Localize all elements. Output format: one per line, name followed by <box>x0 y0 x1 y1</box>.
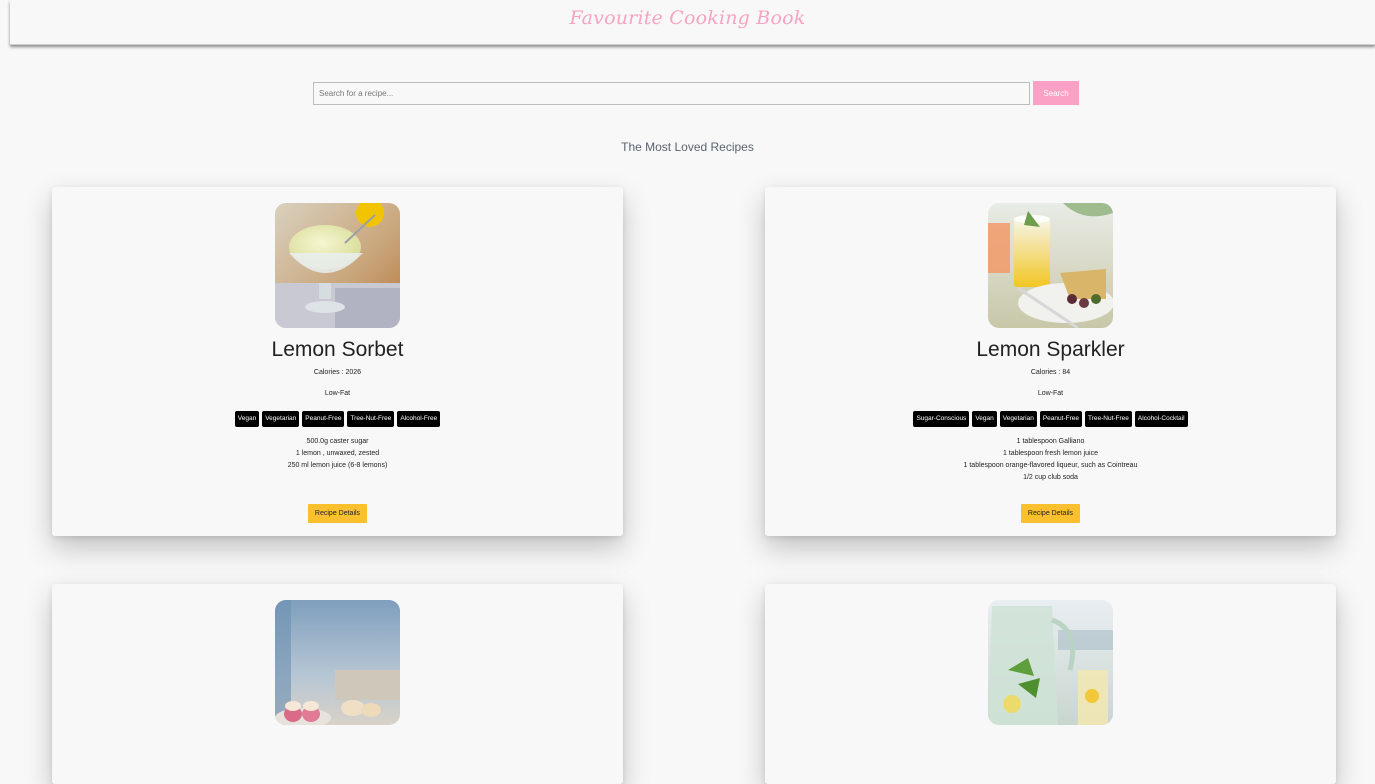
ingredient-item: 1 tablespoon fresh lemon juice <box>1003 450 1098 457</box>
recipe-details-button[interactable]: Recipe Details <box>307 504 368 523</box>
search-bar: Search <box>313 81 1079 105</box>
recipe-image[interactable] <box>275 203 400 328</box>
health-label-tag: Tree-Nut-Free <box>1084 411 1132 427</box>
recipe-card <box>765 584 1336 784</box>
search-button[interactable]: Search <box>1033 81 1079 105</box>
health-label-tag: Alcohol-Free <box>397 411 441 427</box>
recipe-calories: Calories :84 <box>765 369 1336 376</box>
calories-label: Calories : <box>313 369 344 376</box>
recipe-image-cupcakes <box>275 600 400 725</box>
recipe-image[interactable] <box>275 600 400 725</box>
health-label-tag: Peanut-Free <box>302 411 345 427</box>
ingredient-item: 1 tablespoon orange-flavored liqueur, su… <box>963 462 1138 469</box>
recipe-image[interactable] <box>988 600 1113 725</box>
health-label-tag: Alcohol-Cocktail <box>1134 411 1188 427</box>
top-header: Favourite Cooking Book <box>10 0 1375 45</box>
ingredient-item: 1 lemon , unwaxed, zested <box>295 450 380 457</box>
recipe-diet-label: Low-Fat <box>324 390 351 397</box>
health-label-tag: Peanut-Free <box>1039 411 1082 427</box>
recipe-title: Lemon Sparkler <box>976 338 1125 361</box>
calories-label: Calories : <box>1030 369 1061 376</box>
calories-value: 84 <box>1062 369 1071 376</box>
recipe-card: Lemon Sorbet Calories :2026 Low-Fat Vega… <box>52 187 623 536</box>
ingredient-item: 1 tablespoon Galliano <box>1016 438 1085 445</box>
health-labels: Vegan Vegetarian Peanut-Free Tree-Nut-Fr… <box>52 411 623 427</box>
health-label-tag: Tree-Nut-Free <box>347 411 395 427</box>
recipe-diet-label: Low-Fat <box>1037 390 1064 397</box>
recipe-title: Lemon Sorbet <box>271 338 404 361</box>
recipe-image-sparkler <box>988 203 1113 328</box>
calories-value: 2026 <box>345 369 362 376</box>
section-heading: The Most Loved Recipes <box>621 140 754 154</box>
recipe-card <box>52 584 623 784</box>
ingredient-item: 250 ml lemon juice (6-8 lemons) <box>287 462 388 469</box>
health-label-tag: Vegan <box>234 411 260 427</box>
search-input[interactable] <box>313 81 1030 105</box>
ingredient-item: 500.0g caster sugar <box>306 438 369 445</box>
health-label-tag: Vegan <box>972 411 997 427</box>
health-labels: Sugar-Conscious Vegan Vegetarian Peanut-… <box>765 411 1336 427</box>
recipe-image-lemonade <box>988 600 1113 725</box>
recipe-details-button[interactable]: Recipe Details <box>1020 504 1081 523</box>
recipe-card: Lemon Sparkler Calories :84 Low-Fat Suga… <box>765 187 1336 536</box>
ingredient-list: 500.0g caster sugar 1 lemon , unwaxed, z… <box>52 436 623 472</box>
health-label-tag: Vegetarian <box>262 411 300 427</box>
health-label-tag: Sugar-Conscious <box>913 411 970 427</box>
recipe-image-sorbet <box>275 203 400 328</box>
recipe-calories: Calories :2026 <box>52 369 623 376</box>
ingredient-list: 1 tablespoon Galliano 1 tablespoon fresh… <box>765 436 1336 484</box>
ingredient-item: 1/2 cup club soda <box>1023 474 1078 481</box>
health-label-tag: Vegetarian <box>999 411 1037 427</box>
recipe-image[interactable] <box>988 203 1113 328</box>
brand-title: Favourite Cooking Book <box>569 7 806 29</box>
